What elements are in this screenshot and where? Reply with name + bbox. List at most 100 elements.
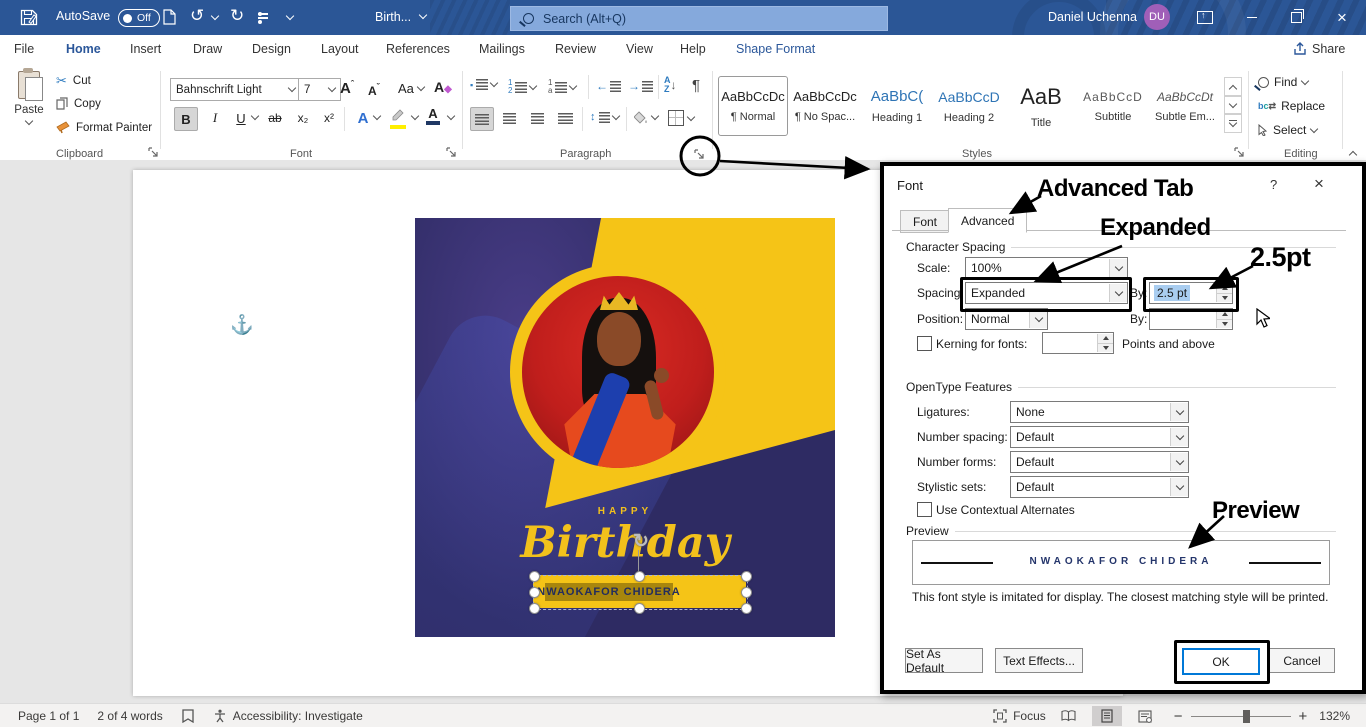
bullets-button[interactable]: ▪ <box>470 79 497 90</box>
superscript-button[interactable]: x² <box>318 107 340 129</box>
dialog-help-icon[interactable]: ? <box>1270 177 1277 192</box>
increase-indent-button[interactable]: → <box>628 79 653 93</box>
paragraph-dialog-launcher[interactable] <box>694 149 705 160</box>
shrink-font-button[interactable]: Aˇ <box>368 82 380 98</box>
tab-file[interactable]: File <box>14 35 34 63</box>
page-indicator[interactable]: Page 1 of 1 <box>18 709 79 723</box>
web-layout-button[interactable] <box>1130 706 1160 726</box>
styles-dialog-launcher[interactable] <box>1234 147 1245 158</box>
tab-references[interactable]: References <box>386 35 450 63</box>
multilevel-list-button[interactable]: 1a <box>548 79 576 95</box>
paste-button[interactable]: Paste <box>14 71 44 127</box>
cancel-button[interactable]: Cancel <box>1269 648 1335 673</box>
borders-button[interactable] <box>668 110 694 126</box>
restore-button[interactable] <box>1276 0 1316 35</box>
selection-handle[interactable] <box>634 571 645 582</box>
kerning-checkbox[interactable] <box>917 336 932 351</box>
styles-row-down-button[interactable] <box>1224 95 1242 115</box>
number-spacing-dropdown[interactable]: Default <box>1010 426 1189 448</box>
highlight-button[interactable] <box>390 109 406 129</box>
clear-formatting-button[interactable]: A◆ <box>434 79 452 95</box>
tab-review[interactable]: Review <box>555 35 596 63</box>
text-effects-button[interactable]: A <box>352 107 374 129</box>
strikethrough-button[interactable]: ab <box>264 107 286 129</box>
zoom-out-button[interactable]: − <box>1174 708 1183 725</box>
justify-button[interactable] <box>554 107 576 129</box>
selection-handle[interactable] <box>741 603 752 614</box>
scale-dropdown[interactable]: 100% <box>965 257 1128 279</box>
format-painter-button[interactable]: Format Painter <box>56 121 152 134</box>
print-layout-button[interactable] <box>1092 706 1122 726</box>
decrease-indent-button[interactable]: ← <box>596 79 621 93</box>
zoom-in-button[interactable]: + <box>1299 708 1308 725</box>
tab-layout[interactable]: Layout <box>321 35 359 63</box>
tab-home[interactable]: Home <box>66 35 101 66</box>
paste-dropdown-icon[interactable] <box>25 117 33 125</box>
search-input[interactable]: Search (Alt+Q) <box>510 6 888 31</box>
style-subtitle[interactable]: AaBbCcDSubtitle <box>1078 76 1148 136</box>
document-title[interactable]: Birth... <box>375 10 411 24</box>
title-dropdown-icon[interactable] <box>419 11 427 19</box>
tab-mailings[interactable]: Mailings <box>479 35 525 63</box>
tab-insert[interactable]: Insert <box>130 35 161 63</box>
kerning-size-field[interactable] <box>1042 332 1114 354</box>
selection-handle[interactable] <box>634 603 645 614</box>
word-count[interactable]: 2 of 4 words <box>97 709 162 723</box>
numbering-button[interactable]: 12 <box>508 79 536 95</box>
grow-font-button[interactable]: Aˆ <box>340 79 354 97</box>
zoom-level[interactable]: 132% <box>1319 709 1350 723</box>
read-mode-button[interactable] <box>1054 706 1084 726</box>
selection-handle[interactable] <box>529 603 540 614</box>
proofing-icon[interactable] <box>181 709 195 723</box>
align-left-button[interactable] <box>470 107 494 131</box>
tab-help[interactable]: Help <box>680 35 706 63</box>
text-effects-button-dialog[interactable]: Text Effects... <box>995 648 1083 673</box>
styles-more-button[interactable] <box>1224 113 1242 133</box>
accessibility-status[interactable]: Accessibility: Investigate <box>233 709 363 723</box>
font-name-combo[interactable]: Bahnschrift Light <box>170 78 301 101</box>
undo-dropdown-icon[interactable] <box>211 12 219 20</box>
font-dialog-launcher[interactable] <box>446 147 457 158</box>
stylistic-sets-dropdown[interactable]: Default <box>1010 476 1189 498</box>
tab-view[interactable]: View <box>626 35 653 63</box>
qat-customize-icon[interactable] <box>286 12 294 20</box>
accessibility-icon[interactable] <box>213 709 227 723</box>
set-as-default-button[interactable]: Set As Default <box>905 648 983 673</box>
ribbon-display-options-button[interactable] <box>1185 0 1225 35</box>
style-heading2[interactable]: AaBbCcDHeading 2 <box>934 76 1004 136</box>
number-forms-dropdown[interactable]: Default <box>1010 451 1189 473</box>
clipboard-dialog-launcher[interactable] <box>148 147 159 158</box>
birthday-card-image[interactable]: HAPPY Birthday NWAOKAFOR CHIDERA ↻ <box>415 218 835 637</box>
dialog-tab-advanced[interactable]: Advanced <box>948 208 1027 233</box>
shading-button[interactable] <box>634 111 658 124</box>
highlight-dropdown-icon[interactable] <box>411 112 419 120</box>
tab-shape-format[interactable]: Shape Format <box>736 35 815 63</box>
selection-handle[interactable] <box>741 587 752 598</box>
font-color-dropdown-icon[interactable] <box>447 112 455 120</box>
bold-button[interactable]: B <box>174 107 198 131</box>
font-size-combo[interactable]: 7 <box>298 78 341 101</box>
find-button[interactable]: Find <box>1258 75 1308 89</box>
replace-button[interactable]: bc⇄ Replace <box>1258 99 1325 113</box>
zoom-slider-thumb[interactable] <box>1243 710 1250 723</box>
autosave-toggle[interactable]: Off <box>118 9 160 27</box>
change-case-button[interactable]: Aa <box>398 81 424 96</box>
quick-access-list-icon[interactable] <box>258 11 268 24</box>
ligatures-dropdown[interactable]: None <box>1010 401 1189 423</box>
sort-button[interactable]: AZ ↓ <box>664 76 677 94</box>
tab-design[interactable]: Design <box>252 35 291 63</box>
save-icon[interactable] <box>20 9 38 26</box>
style-heading1[interactable]: AaBbC(Heading 1 <box>862 76 932 136</box>
style-subtle-emphasis[interactable]: AaBbCcDtSubtle Em... <box>1150 76 1220 136</box>
redo-icon[interactable]: ↻ <box>230 6 244 26</box>
new-document-icon[interactable] <box>163 9 176 25</box>
line-spacing-button[interactable]: ↕ <box>590 111 619 123</box>
dialog-close-icon[interactable]: × <box>1314 174 1324 194</box>
avatar[interactable]: DU <box>1144 4 1170 30</box>
selection-handle[interactable] <box>529 571 540 582</box>
undo-icon[interactable]: ↺ <box>190 6 204 26</box>
user-name[interactable]: Daniel Uchenna <box>1048 10 1137 24</box>
focus-button[interactable]: Focus <box>1013 709 1046 723</box>
underline-dropdown-icon[interactable] <box>251 112 259 120</box>
tab-draw[interactable]: Draw <box>193 35 222 63</box>
